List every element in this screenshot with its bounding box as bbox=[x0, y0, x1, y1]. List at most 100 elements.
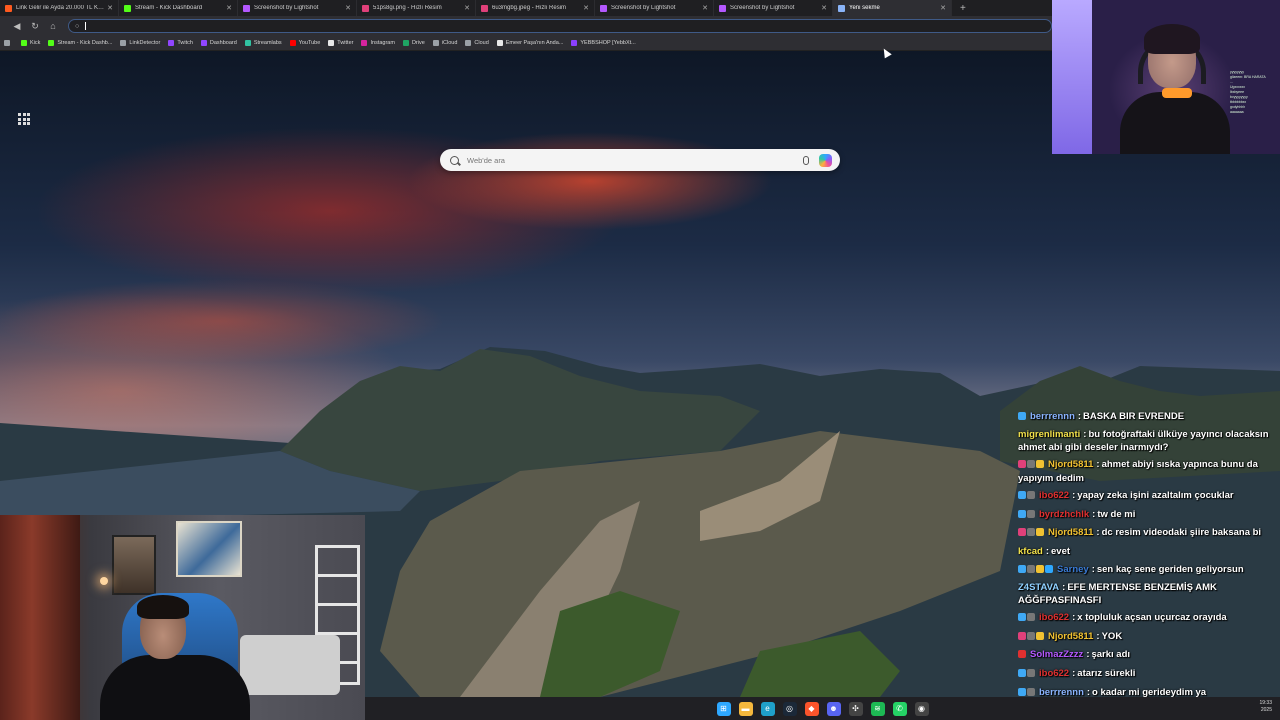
chat-badges bbox=[1018, 411, 1027, 424]
chat-username: Sarney bbox=[1057, 563, 1089, 575]
bookmark-item[interactable]: Dashboard bbox=[200, 40, 237, 46]
chat-text: YOK bbox=[1101, 630, 1123, 642]
browser-tab[interactable]: Screenshot by Lightshot ✕ bbox=[714, 0, 833, 16]
tab-close-icon[interactable]: ✕ bbox=[107, 4, 113, 12]
badge-icon bbox=[1018, 631, 1026, 640]
spotify-icon[interactable]: ≋ bbox=[870, 701, 885, 716]
bookmark-item[interactable]: LinkDetector bbox=[120, 40, 160, 46]
browser-tab[interactable]: Screenshot by Lightshot ✕ bbox=[238, 0, 357, 16]
bookmark-label: iCloud bbox=[441, 40, 458, 46]
badge-icon bbox=[1027, 509, 1035, 518]
chat-username: berrrennn bbox=[1039, 686, 1084, 698]
tab-close-icon[interactable]: ✕ bbox=[702, 4, 708, 12]
file-explorer-icon[interactable]: ▬ bbox=[738, 701, 753, 716]
bookmark-favicon-icon bbox=[120, 40, 127, 46]
tab-close-icon[interactable]: ✕ bbox=[583, 4, 589, 12]
system-tray-clock[interactable]: 19:33 2025 bbox=[1259, 700, 1272, 714]
tab-close-icon[interactable]: ✕ bbox=[345, 4, 351, 12]
sofa bbox=[240, 635, 340, 695]
chat-message: berrrennn: BASKA BIR EVRENDE bbox=[1014, 408, 1276, 427]
bookmark-item[interactable]: Streamlabs bbox=[244, 40, 282, 46]
chat-username: migrenlimanti bbox=[1018, 429, 1081, 441]
bookmark-item[interactable]: Kick bbox=[21, 40, 40, 46]
bookmark-favicon-icon bbox=[496, 40, 503, 46]
search-icon: ○ bbox=[75, 22, 80, 30]
badge-icon bbox=[1018, 491, 1026, 500]
back-icon[interactable]: ◀ bbox=[8, 21, 26, 32]
bookmark-item[interactable]: YouTube bbox=[289, 40, 320, 46]
copilot-icon[interactable] bbox=[819, 153, 832, 167]
bookmark-item[interactable] bbox=[4, 40, 13, 46]
chat-message: Njord5811: ahmet abiyi sıska yapınca bunu… bbox=[1014, 457, 1276, 488]
clock-time: 19:33 bbox=[1259, 700, 1272, 706]
tab-close-icon[interactable]: ✕ bbox=[821, 4, 827, 12]
chat-username: kfcad bbox=[1018, 545, 1043, 557]
chat-badges bbox=[1018, 564, 1054, 577]
microphone-icon[interactable] bbox=[803, 155, 809, 165]
bookmark-favicon-icon bbox=[48, 40, 55, 46]
tab-close-icon[interactable]: ✕ bbox=[464, 4, 470, 12]
badge-icon bbox=[1027, 631, 1035, 640]
badge-icon bbox=[1018, 564, 1026, 573]
chat-username: byrdzhchlk bbox=[1039, 508, 1090, 520]
chrome-icon[interactable]: ◉ bbox=[914, 701, 929, 716]
steam-icon[interactable]: ◎ bbox=[782, 701, 797, 716]
bookmark-favicon-icon bbox=[4, 40, 10, 46]
apps-launcher-icon[interactable] bbox=[18, 113, 30, 125]
bookmark-favicon-icon bbox=[21, 40, 27, 46]
web-search-input[interactable] bbox=[467, 155, 803, 165]
chat-badges bbox=[1018, 460, 1045, 472]
whatsapp-icon[interactable]: ✆ bbox=[892, 701, 907, 716]
bookmark-label: Dashboard bbox=[209, 40, 237, 46]
browser-tab[interactable]: Yeni sekme ✕ bbox=[833, 0, 952, 16]
badge-icon bbox=[1027, 491, 1035, 500]
bookmark-favicon-icon bbox=[328, 40, 335, 46]
bookmark-item[interactable]: Twitter bbox=[328, 40, 353, 46]
new-tab-button[interactable]: + bbox=[952, 3, 974, 14]
browser-tab[interactable]: 6u3mgbg.jpeg - Hızlı Resim ✕ bbox=[476, 0, 595, 16]
windows-start-icon[interactable]: ⊞ bbox=[716, 701, 731, 716]
tab-title: 6u3mgbg.jpeg - Hızlı Resim bbox=[492, 5, 567, 11]
web-search-box[interactable] bbox=[440, 149, 840, 171]
badge-icon bbox=[1027, 613, 1035, 622]
browser-tab[interactable]: Link Gelir ile Ayda 20.000 TL Kaza ✕ bbox=[0, 0, 119, 16]
browser-tab[interactable]: Stream - Kick Dashboard ✕ bbox=[119, 0, 238, 16]
brave-browser-icon[interactable]: ◆ bbox=[804, 701, 819, 716]
browser-tab[interactable]: 51ps8gi.png - Hızlı Resim ✕ bbox=[357, 0, 476, 16]
badge-icon bbox=[1018, 528, 1026, 537]
wave-painting bbox=[176, 521, 242, 577]
tab-close-icon[interactable]: ✕ bbox=[940, 4, 946, 12]
badge-icon bbox=[1018, 650, 1026, 659]
lamp bbox=[100, 577, 108, 585]
chat-message: Njord5811: dc resim videodaki şiire baksa… bbox=[1014, 525, 1276, 544]
chat-separator: : bbox=[1096, 527, 1100, 539]
bookmark-item[interactable]: YEBBSHOP [YebbXt... bbox=[571, 40, 636, 46]
bookmark-item[interactable]: Stream - Kick Dashb... bbox=[48, 40, 112, 46]
bookmark-item[interactable]: Twitch bbox=[168, 40, 193, 46]
tab-strip: Link Gelir ile Ayda 20.000 TL Kaza ✕ Strea… bbox=[0, 0, 1052, 16]
chat-text: şarkı adı bbox=[1091, 649, 1131, 661]
discord-icon[interactable]: ☻ bbox=[826, 701, 841, 716]
chat-badges bbox=[1018, 631, 1045, 644]
chat-badges bbox=[1018, 613, 1036, 625]
badge-icon bbox=[1018, 668, 1026, 677]
chat-badges bbox=[1018, 668, 1036, 681]
edge-browser-icon[interactable]: e bbox=[760, 701, 775, 716]
tab-favicon-icon bbox=[5, 4, 12, 12]
bookmark-item[interactable]: Cloud bbox=[465, 40, 489, 46]
reload-icon[interactable]: ↻ bbox=[26, 21, 44, 32]
browser-toolbar: ◀ ↻ ⌂ ○ bbox=[0, 16, 1052, 36]
chat-separator: : bbox=[1086, 686, 1091, 698]
chat-text: BASKA BIR EVRENDE bbox=[1083, 410, 1185, 422]
home-icon[interactable]: ⌂ bbox=[44, 21, 62, 31]
tab-close-icon[interactable]: ✕ bbox=[226, 4, 232, 12]
tab-favicon-icon bbox=[243, 4, 250, 12]
bookmark-item[interactable]: iCloud bbox=[432, 40, 458, 46]
bookmark-item[interactable]: Emeer Paşa'nın Anda... bbox=[496, 40, 563, 46]
steelseries-icon[interactable]: ✣ bbox=[848, 701, 863, 716]
browser-tab[interactable]: Screenshot by Lightshot ✕ bbox=[595, 0, 714, 16]
bookmark-item[interactable]: Instagram bbox=[361, 40, 395, 46]
address-bar[interactable]: ○ bbox=[68, 19, 1052, 33]
bookmark-item[interactable]: Drive bbox=[402, 40, 425, 46]
chat-message: ibo622: atarız sürekli bbox=[1014, 665, 1276, 684]
